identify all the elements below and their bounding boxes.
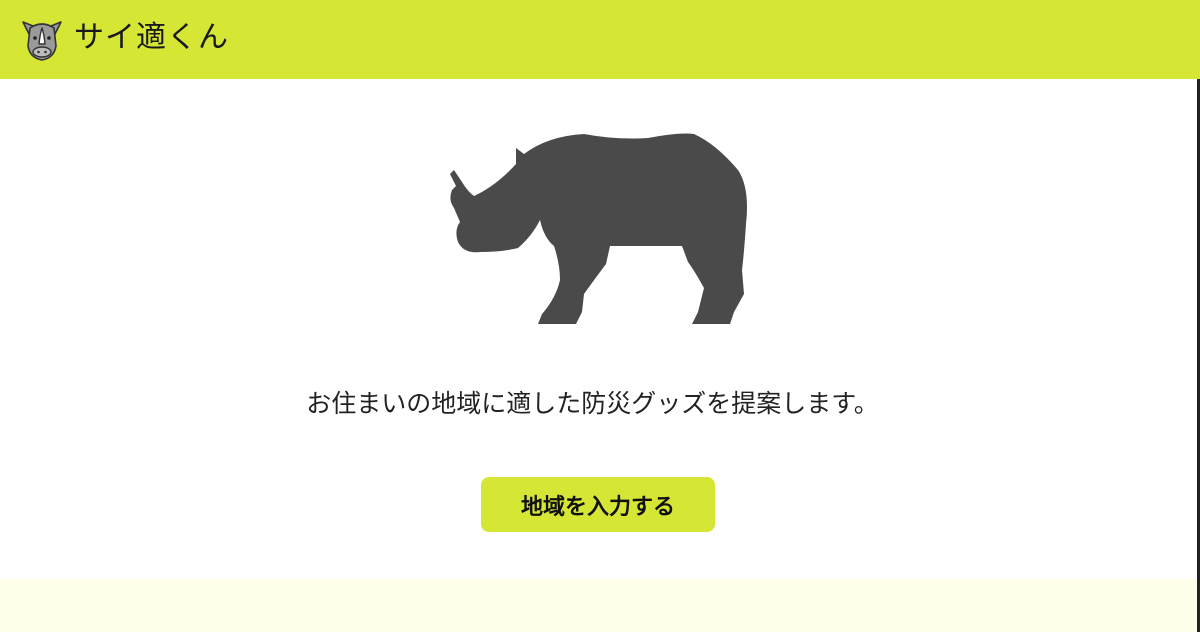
info-section <box>0 579 1197 632</box>
tagline-text: お住まいの地域に適した防災グッズを提案します。 <box>306 389 879 418</box>
rhino-face-icon[interactable] <box>18 14 66 64</box>
enter-region-button[interactable]: 地域を入力する <box>481 477 715 532</box>
rhino-silhouette-icon <box>450 133 747 324</box>
app-title[interactable]: サイ適くん <box>74 18 229 58</box>
app-header: サイ適くん <box>0 0 1200 79</box>
